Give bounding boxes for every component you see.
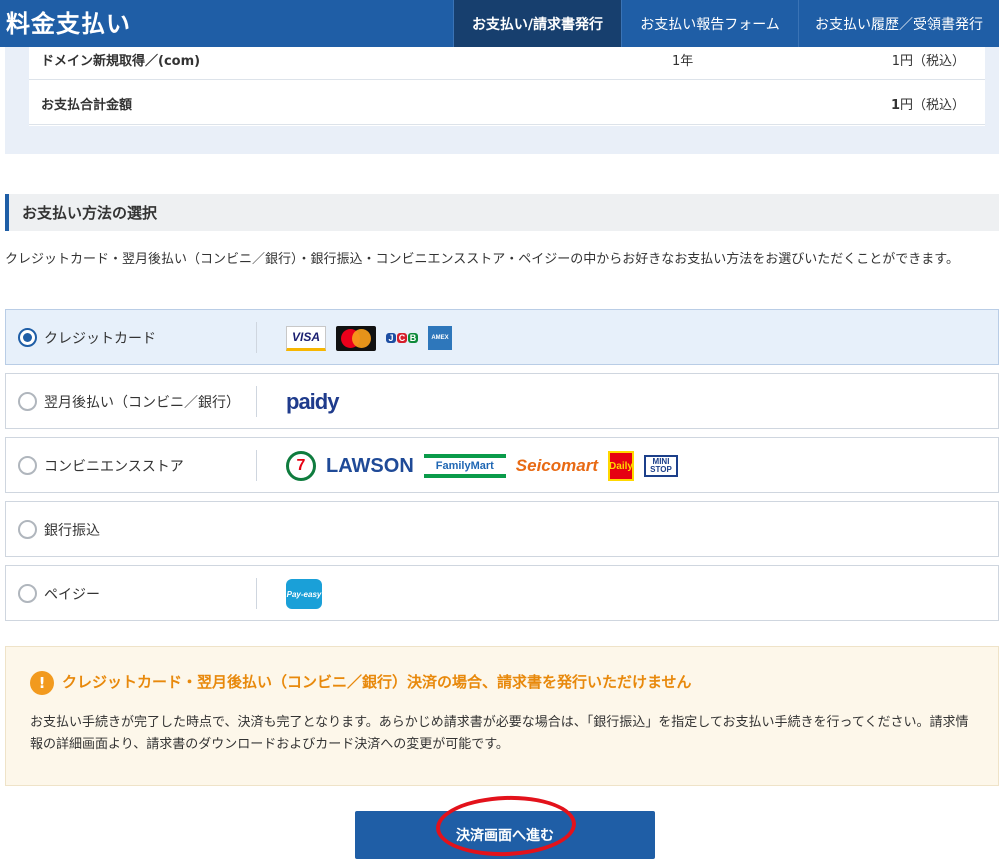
order-summary-table: ドメイン新規取得／(com) 1年 1円（税込） お支払合計金額 1円（税込） <box>29 47 985 126</box>
payment-option-label: ペイジー <box>44 587 100 603</box>
familymart-logo: FamilyMart <box>423 454 506 478</box>
tab-payment-invoice[interactable]: お支払い/請求書発行 <box>453 0 621 47</box>
seicomart-logo: Seicomart <box>515 456 598 475</box>
visa-logo: VISA <box>286 325 326 351</box>
item-amount: 1円（税込） <box>891 54 965 69</box>
order-summary: ドメイン新規取得／(com) 1年 1円（税込） お支払合計金額 1円（税込） <box>5 47 999 154</box>
paidy-logo: paidy <box>286 389 339 414</box>
tab-payment-report-form[interactable]: お支払い報告フォーム <box>621 0 798 47</box>
seven-eleven-logo: 7 <box>286 451 316 481</box>
item-name: ドメイン新規取得／(com) <box>41 54 201 69</box>
header-tabs: お支払い/請求書発行 お支払い報告フォーム お支払い履歴／受領書発行 <box>453 0 999 47</box>
total-row: お支払合計金額 1円（税込） <box>29 80 985 125</box>
radio-button[interactable] <box>18 520 37 539</box>
divider <box>256 386 257 417</box>
payment-option-label: 銀行振込 <box>44 523 100 539</box>
total-amount: 1円（税込） <box>891 94 965 113</box>
invoice-notice: ! クレジットカード・翌月後払い（コンビニ／銀行）決済の場合、請求書を発行いただ… <box>5 646 999 786</box>
proceed-to-payment-button[interactable]: 決済画面へ進む <box>355 811 655 859</box>
notice-title: クレジットカード・翌月後払い（コンビニ／銀行）決済の場合、請求書を発行いただけま… <box>62 673 692 691</box>
payeasy-logos: Pay-easy <box>286 566 322 622</box>
lawson-logo: LAWSON <box>326 454 414 477</box>
total-label: お支払合計金額 <box>41 98 133 113</box>
tab-payment-history[interactable]: お支払い履歴／受領書発行 <box>798 0 999 47</box>
payment-option-deferred[interactable]: 翌月後払い（コンビニ／銀行） paidy <box>5 373 999 429</box>
payment-option-convenience-store[interactable]: コンビニエンスストア 7 LAWSON FamilyMart Seicomart… <box>5 437 999 493</box>
daily-yamazaki-logo: Daily <box>607 451 634 481</box>
table-row: ドメイン新規取得／(com) 1年 1円（税込） <box>29 47 985 80</box>
total-amount-value: 1 <box>890 98 900 113</box>
radio-button[interactable] <box>18 456 37 475</box>
payment-method-description: クレジットカード・翌月後払い（コンビニ／銀行）・銀行振込・コンビニエンスストア・… <box>5 252 959 267</box>
mastercard-logo <box>336 325 376 351</box>
payment-option-label: コンビニエンスストア <box>44 459 184 475</box>
payment-option-payeasy[interactable]: ペイジー Pay-easy <box>5 565 999 621</box>
total-amount-suffix: 円（税込） <box>899 98 965 113</box>
paidy-logos: paidy <box>286 374 339 430</box>
page-title: 料金支払い <box>6 10 131 38</box>
radio-button[interactable] <box>18 328 37 347</box>
amex-logo: AMEX <box>428 326 452 350</box>
app-header: 料金支払い お支払い/請求書発行 お支払い報告フォーム お支払い履歴／受領書発行 <box>0 0 999 47</box>
payment-method-heading: お支払い方法の選択 <box>5 194 999 231</box>
payment-option-label: クレジットカード <box>44 331 156 347</box>
payment-option-bank-transfer[interactable]: 銀行振込 <box>5 501 999 557</box>
convenience-store-logos: 7 LAWSON FamilyMart Seicomart Daily MINI… <box>286 438 678 494</box>
item-term: 1年 <box>672 54 694 69</box>
divider <box>256 578 257 609</box>
payment-option-label: 翌月後払い（コンビニ／銀行） <box>44 395 240 411</box>
radio-button[interactable] <box>18 584 37 603</box>
jcb-logo: JCB <box>386 326 418 351</box>
warning-icon: ! <box>30 671 54 695</box>
divider <box>256 450 257 481</box>
notice-body: お支払い手続きが完了した時点で、決済も完了となります。あらかじめ請求書が必要な場… <box>30 715 969 752</box>
radio-button[interactable] <box>18 392 37 411</box>
card-brand-logos: VISA JCB AMEX <box>286 310 452 366</box>
payeasy-logo: Pay-easy <box>286 579 322 609</box>
ministop-logo: MINI STOP <box>643 455 678 477</box>
payment-option-credit-card[interactable]: クレジットカード VISA JCB AMEX <box>5 309 999 365</box>
divider <box>256 322 257 353</box>
